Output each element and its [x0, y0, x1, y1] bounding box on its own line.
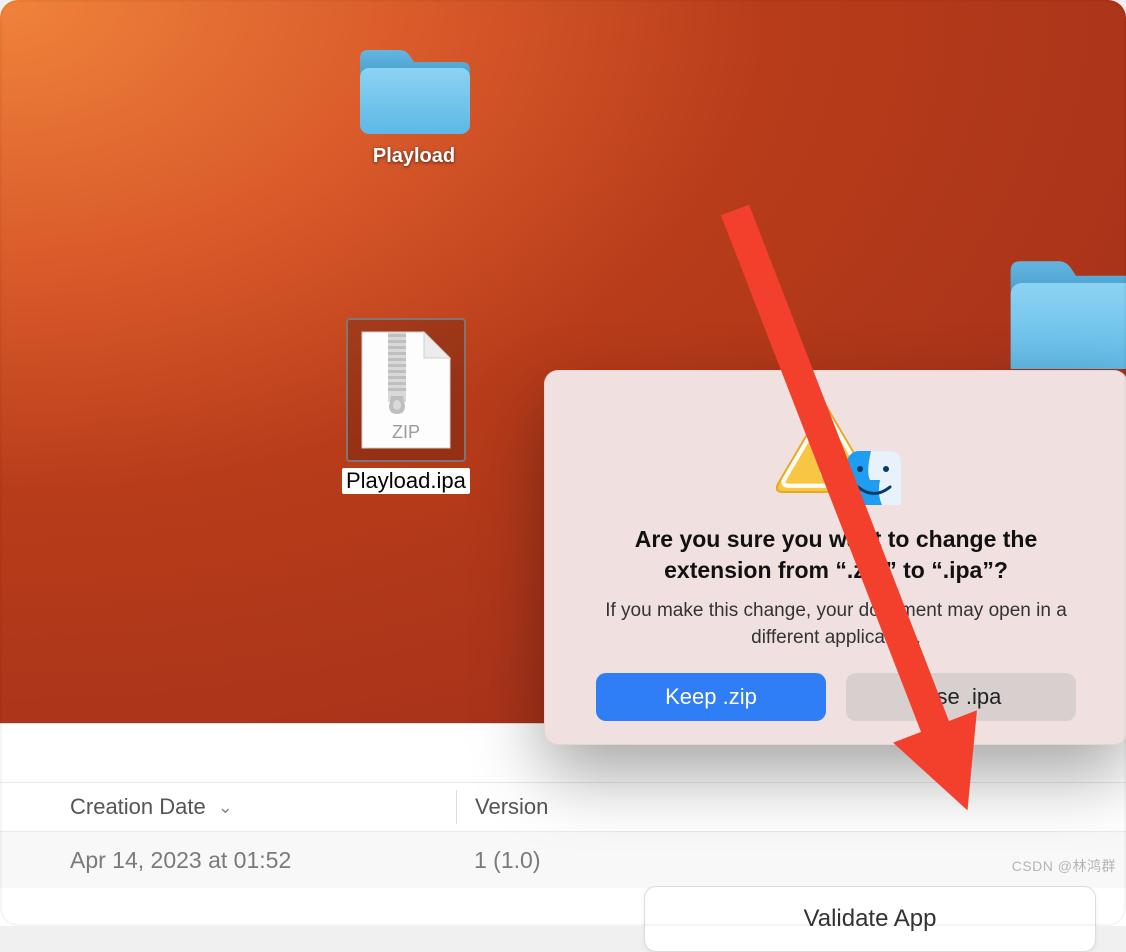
folder-label: Playload [373, 145, 455, 168]
file-label-editing[interactable]: Playload.ipa [342, 468, 470, 494]
column-header-creation-date[interactable]: Creation Date [70, 794, 206, 820]
detail-panel-row[interactable]: Apr 14, 2023 at 01:52 1 (1.0) [0, 832, 1126, 888]
column-separator [456, 790, 457, 824]
validate-app-button[interactable]: Validate App [644, 886, 1096, 952]
folder-icon [1001, 254, 1126, 369]
svg-text:ZIP: ZIP [392, 422, 420, 442]
dialog-title: Are you sure you want to change the exte… [578, 524, 1094, 586]
desktop-file-playload-ipa[interactable]: ZIP Playload.ipa [342, 318, 470, 494]
desktop-folder-right-partial[interactable] [996, 254, 1126, 369]
sort-indicator-icon: ⌄ [218, 797, 233, 818]
detail-panel-header: Creation Date ⌄ Version [0, 783, 1126, 832]
keep-zip-button[interactable]: Keep .zip [596, 673, 826, 721]
validate-app-label: Validate App [804, 905, 937, 933]
cell-creation-date: Apr 14, 2023 at 01:52 [70, 847, 291, 873]
use-ipa-button[interactable]: Use .ipa [846, 673, 1076, 721]
folder-icon [354, 44, 474, 139]
dialog-icon-stack [568, 398, 1104, 506]
zip-file-icon: ZIP [358, 330, 454, 450]
change-extension-dialog: Are you sure you want to change the exte… [544, 370, 1126, 745]
file-selection-highlight: ZIP [346, 318, 466, 462]
column-header-version[interactable]: Version [475, 794, 548, 819]
finder-icon [846, 450, 902, 506]
watermark-text: CSDN @林鸿群 [1012, 856, 1116, 876]
desktop-folder-playload[interactable]: Playload [334, 44, 494, 168]
dialog-body: If you make this change, your document m… [586, 598, 1086, 651]
cell-version: 1 (1.0) [474, 847, 540, 873]
